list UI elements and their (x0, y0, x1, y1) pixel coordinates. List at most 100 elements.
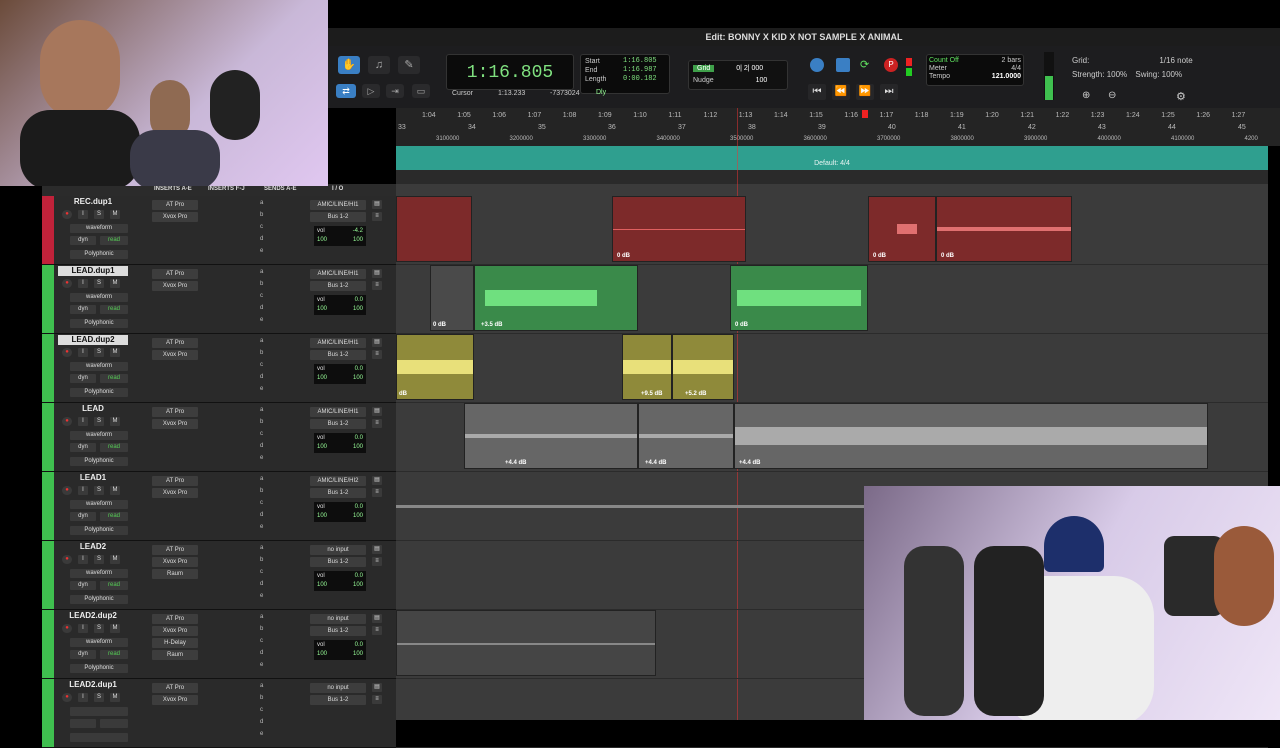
mute-button[interactable]: M (110, 555, 120, 564)
insert-slot-b[interactable]: Xvox Pro (152, 695, 198, 705)
send-slot-e[interactable]: e (260, 731, 263, 737)
output-select[interactable]: Bus 1-2 (310, 212, 366, 222)
send-slot-a[interactable]: a (260, 545, 263, 551)
record-enable-icon[interactable]: ● (62, 555, 72, 564)
track-name[interactable]: LEAD2.dup1 (58, 680, 128, 690)
dyn-select[interactable]: dyn (70, 650, 96, 659)
send-slot-d[interactable]: d (260, 650, 263, 656)
mute-button[interactable]: M (110, 624, 120, 633)
loop-icon[interactable] (810, 58, 824, 72)
track-menu-icon[interactable]: ≡ (372, 626, 382, 635)
send-slot-c[interactable]: c (260, 638, 263, 644)
track-header[interactable]: LEAD2.dup1 ● I S M AT Pro Xvox Pro a b c d e no inpu… (42, 679, 396, 748)
main-counter[interactable]: 1:16.805 (446, 54, 574, 90)
output-select[interactable]: Bus 1-2 (310, 419, 366, 429)
midi-grid-panel[interactable]: Grid: 1/16 note Strength: 100% Swing: 100… (1072, 54, 1220, 86)
punch-icon[interactable] (836, 58, 850, 72)
send-slot-e[interactable]: e (260, 524, 263, 530)
input-monitor-button[interactable]: I (78, 693, 88, 702)
insert-slot-b[interactable]: Xvox Pro (152, 212, 198, 222)
insert-slot-b[interactable]: Xvox Pro (152, 419, 198, 429)
input-select[interactable]: AMIC/LINE/HI1 (310, 407, 366, 417)
solo-button[interactable]: S (94, 693, 104, 702)
volume-pan-box[interactable]: vol 0.0 100 100 (314, 433, 366, 453)
send-slot-b[interactable]: b (260, 419, 263, 425)
audio-clip[interactable]: 0 dB (868, 196, 936, 262)
send-slot-d[interactable]: d (260, 581, 263, 587)
dyn-select[interactable]: dyn (70, 512, 96, 521)
output-select[interactable]: Bus 1-2 (310, 488, 366, 498)
send-slot-b[interactable]: b (260, 557, 263, 563)
elastic-audio-select[interactable]: Polyphonic (70, 388, 128, 397)
marker-ruler[interactable] (396, 170, 1268, 184)
track-view-select[interactable]: waveform (70, 362, 128, 371)
input-select[interactable]: AMIC/LINE/HI1 (310, 338, 366, 348)
zoom-out-icon[interactable]: ⊖ (1108, 90, 1116, 101)
output-select[interactable]: Bus 1-2 (310, 557, 366, 567)
track-name[interactable]: REC.dup1 (58, 197, 128, 207)
volume-pan-box[interactable]: vol 0.0 100 100 (314, 502, 366, 522)
smart-tool-icon[interactable]: ⇄ (336, 84, 356, 98)
send-slot-c[interactable]: c (260, 431, 263, 437)
playlist-icon[interactable]: ▤ (372, 407, 382, 416)
solo-button[interactable]: S (94, 348, 104, 357)
rewind-icon[interactable]: ⏪ (832, 84, 850, 100)
input-monitor-button[interactable]: I (78, 417, 88, 426)
insert-slot-b[interactable]: Xvox Pro (152, 557, 198, 567)
mirror-icon[interactable]: ▭ (412, 84, 430, 98)
track-view-select[interactable]: waveform (70, 293, 128, 302)
playlist-icon[interactable]: ▤ (372, 338, 382, 347)
automation-mode-select[interactable]: read (100, 236, 128, 245)
input-monitor-button[interactable]: I (78, 348, 88, 357)
send-slot-a[interactable]: a (260, 614, 263, 620)
record-enable-icon[interactable]: ● (62, 210, 72, 219)
insert-slot-a[interactable]: AT Pro (152, 338, 198, 348)
solo-button[interactable]: S (94, 279, 104, 288)
mute-button[interactable]: M (110, 279, 120, 288)
insert-slot-a[interactable]: AT Pro (152, 614, 198, 624)
solo-button[interactable]: S (94, 624, 104, 633)
insert-slot-a[interactable]: AT Pro (152, 545, 198, 555)
track-menu-icon[interactable]: ≡ (372, 212, 382, 221)
volume-pan-box[interactable]: vol 0.0 100 100 (314, 364, 366, 384)
track-view-select[interactable]: waveform (70, 431, 128, 440)
volume-pan-box[interactable]: vol 0.0 100 100 (314, 571, 366, 591)
volume-pan-box[interactable]: vol -4.2 100 100 (314, 226, 366, 246)
loop-playback-icon[interactable]: ⟳ (860, 58, 876, 72)
record-enable-icon[interactable]: ● (62, 693, 72, 702)
dyn-select[interactable]: dyn (70, 443, 96, 452)
volume-pan-box[interactable]: vol 0.0 100 100 (314, 295, 366, 315)
track-header[interactable]: LEAD2.dup2 ● I S Mwaveform dyn read Polyphonic A… (42, 610, 396, 679)
audio-clip[interactable]: +9.5 dB (622, 334, 672, 400)
send-slot-b[interactable]: b (260, 281, 263, 287)
record-enable-icon[interactable]: ● (62, 348, 72, 357)
rewind-to-start-icon[interactable]: ⏮ (808, 84, 826, 100)
track-name[interactable]: LEAD.dup2 (58, 335, 128, 345)
end-icon[interactable]: ⏭ (880, 84, 898, 100)
send-slot-c[interactable]: c (260, 362, 263, 368)
record-enable-icon[interactable]: ● (62, 279, 72, 288)
playhead-marker[interactable] (862, 110, 868, 118)
send-slot-e[interactable]: e (260, 317, 263, 323)
elastic-audio-select[interactable]: Polyphonic (70, 664, 128, 673)
record-enable-icon[interactable]: ● (62, 624, 72, 633)
track-header[interactable]: LEAD.dup2 ● I S Mwaveform dyn read Polyphonic AT… (42, 334, 396, 403)
input-select[interactable]: AMIC/LINE/HI1 (310, 269, 366, 279)
input-select[interactable]: no input (310, 545, 366, 555)
track-name[interactable]: LEAD1 (58, 473, 128, 483)
audio-clip[interactable] (396, 610, 656, 676)
fast-forward-icon[interactable]: ⏩ (856, 84, 874, 100)
insert-slot-d[interactable]: Raum (152, 650, 198, 660)
audio-clip[interactable]: 0 dB (730, 265, 868, 331)
audio-clip[interactable]: 0 dB (612, 196, 746, 262)
input-monitor-button[interactable]: I (78, 486, 88, 495)
audio-clip[interactable]: +3.5 dB (474, 265, 638, 331)
mute-button[interactable]: M (110, 417, 120, 426)
input-select[interactable]: AMIC/LINE/HI2 (310, 476, 366, 486)
meter-tempo-panel[interactable]: Count Off 2 bars Meter 4/4 Tempo 121.0000 (926, 54, 1024, 86)
input-monitor-button[interactable]: I (78, 210, 88, 219)
insert-slot-b[interactable]: Xvox Pro (152, 488, 198, 498)
insert-slot-a[interactable]: AT Pro (152, 476, 198, 486)
solo-button[interactable]: S (94, 210, 104, 219)
playlist-icon[interactable]: ▤ (372, 200, 382, 209)
